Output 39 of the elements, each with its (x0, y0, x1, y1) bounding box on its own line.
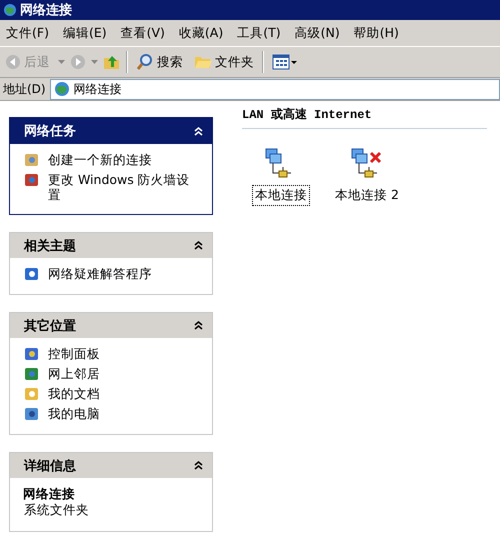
menu-item[interactable]: 编辑(E) (62, 24, 107, 42)
panel-header[interactable]: 详细信息 (10, 453, 212, 478)
task-link[interactable]: 我的电脑 (48, 406, 100, 421)
folder-icon (194, 54, 212, 70)
task-link[interactable]: 我的文档 (48, 386, 100, 401)
task-link[interactable]: 控制面板 (48, 346, 100, 361)
panel-header[interactable]: 网络任务 (10, 118, 212, 144)
panel-header[interactable]: 其它位置 (10, 313, 212, 338)
detail-type: 系统文件夹 (24, 502, 90, 519)
collapse-icon[interactable] (194, 241, 203, 250)
menu-item[interactable]: 文件(F) (6, 24, 49, 42)
folders-button[interactable]: 文件夹 (191, 52, 257, 72)
address-field[interactable]: 网络连接 (50, 78, 500, 100)
menu-item[interactable]: 收藏(A) (178, 24, 224, 42)
menu-item[interactable]: 帮助(H) (354, 24, 399, 42)
panel-title: 相关主题 (24, 238, 76, 254)
search-icon (136, 53, 154, 71)
task-link[interactable]: 网上邻居 (48, 366, 100, 381)
panel-title: 详细信息 (24, 458, 76, 474)
network-globe-icon (3, 3, 17, 17)
window-title: 网络连接 (20, 2, 72, 19)
connection-label[interactable]: 本地连接 (252, 185, 310, 206)
panel-header[interactable]: 相关主题 (10, 233, 212, 258)
menu-item[interactable]: 查看(V) (120, 24, 165, 42)
task-link[interactable]: 网络疑难解答程序 (48, 266, 152, 281)
detail-name: 网络连接 (23, 486, 76, 503)
network-globe-icon (54, 81, 70, 97)
menu-item[interactable]: 工具(T) (237, 24, 281, 42)
connection-label[interactable]: 本地连接 2 (332, 185, 402, 206)
task-link[interactable]: 更改 Windows 防火墙设置 (48, 172, 202, 202)
panel-title: 网络任务 (24, 123, 76, 140)
menu-item[interactable]: 高级(N) (294, 24, 340, 42)
collapse-icon[interactable] (194, 461, 203, 470)
panel-title: 其它位置 (24, 318, 76, 334)
collapse-icon[interactable] (194, 321, 203, 330)
search-button[interactable]: 搜索 (133, 51, 186, 73)
address-label: 地址(D) (3, 80, 46, 98)
task-link[interactable]: 创建一个新的连接 (48, 152, 152, 167)
group-heading: LAN 或高速 Internet (242, 106, 487, 129)
